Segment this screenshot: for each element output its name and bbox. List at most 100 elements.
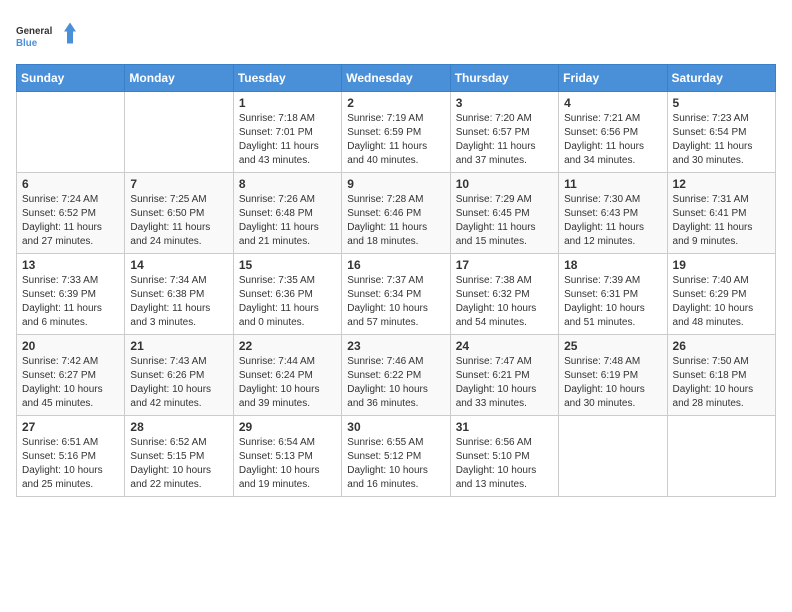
day-number: 5 [673, 96, 770, 110]
day-info: Sunrise: 7:28 AM Sunset: 6:46 PM Dayligh… [347, 193, 444, 249]
calendar-cell: 4Sunrise: 7:21 AM Sunset: 6:56 PM Daylig… [559, 92, 667, 173]
day-number: 6 [22, 177, 119, 191]
day-number: 19 [673, 258, 770, 272]
day-number: 7 [130, 177, 227, 191]
day-number: 8 [239, 177, 336, 191]
day-header-tuesday: Tuesday [233, 65, 341, 92]
calendar-week-1: 1 Sunrise: 7:18 AM Sunset: 7:01 PM Daylig… [17, 92, 776, 173]
day-info: Sunrise: 7:30 AM Sunset: 6:43 PM Dayligh… [564, 193, 661, 249]
day-number: 11 [564, 177, 661, 191]
day-info: Sunrise: 7:24 AM Sunset: 6:52 PM Dayligh… [22, 193, 119, 249]
calendar-cell: 12 Sunrise: 7:31 AM Sunset: 6:41 PM Dayli… [667, 173, 775, 254]
day-info: Sunrise: 7:29 AM Sunset: 6:45 PM Dayligh… [456, 193, 553, 249]
day-number: 23 [347, 339, 444, 353]
calendar-table: SundayMondayTuesdayWednesdayThursdayFrid… [16, 64, 776, 497]
day-number: 16 [347, 258, 444, 272]
calendar-cell: 30 Sunrise: 6:55 AM Sunset: 5:12 PM Dayli… [342, 416, 450, 497]
day-number: 24 [456, 339, 553, 353]
calendar-cell: 8 Sunrise: 7:26 AM Sunset: 6:48 PM Daylig… [233, 173, 341, 254]
calendar-cell: 9 Sunrise: 7:28 AM Sunset: 6:46 PM Daylig… [342, 173, 450, 254]
calendar-cell: 23 Sunrise: 7:46 AM Sunset: 6:22 PM Dayli… [342, 335, 450, 416]
calendar-cell [17, 92, 125, 173]
calendar-cell: 15 Sunrise: 7:35 AM Sunset: 6:36 PM Dayli… [233, 254, 341, 335]
calendar-week-5: 27Sunrise: 6:51 AM Sunset: 5:16 PM Dayli… [17, 416, 776, 497]
calendar-cell: 5 Sunrise: 7:23 AM Sunset: 6:54 PM Daylig… [667, 92, 775, 173]
day-header-sunday: Sunday [17, 65, 125, 92]
calendar-header-row: SundayMondayTuesdayWednesdayThursdayFrid… [17, 65, 776, 92]
calendar-cell: 21Sunrise: 7:43 AM Sunset: 6:26 PM Dayli… [125, 335, 233, 416]
day-header-saturday: Saturday [667, 65, 775, 92]
day-header-thursday: Thursday [450, 65, 558, 92]
calendar-cell: 28Sunrise: 6:52 AM Sunset: 5:15 PM Dayli… [125, 416, 233, 497]
day-info: Sunrise: 7:34 AM Sunset: 6:38 PM Dayligh… [130, 274, 227, 330]
calendar-cell [667, 416, 775, 497]
day-number: 29 [239, 420, 336, 434]
day-info: Sunrise: 7:20 AM Sunset: 6:57 PM Dayligh… [456, 112, 553, 168]
day-info: Sunrise: 7:42 AM Sunset: 6:27 PM Dayligh… [22, 355, 119, 411]
day-number: 22 [239, 339, 336, 353]
calendar-cell: 26Sunrise: 7:50 AM Sunset: 6:18 PM Dayli… [667, 335, 775, 416]
day-number: 14 [130, 258, 227, 272]
day-info: Sunrise: 7:48 AM Sunset: 6:19 PM Dayligh… [564, 355, 661, 411]
day-info: Sunrise: 7:26 AM Sunset: 6:48 PM Dayligh… [239, 193, 336, 249]
day-info: Sunrise: 7:18 AM Sunset: 7:01 PM Dayligh… [239, 112, 336, 168]
calendar-cell: 11 Sunrise: 7:30 AM Sunset: 6:43 PM Dayli… [559, 173, 667, 254]
calendar-cell [125, 92, 233, 173]
day-info: Sunrise: 6:52 AM Sunset: 5:15 PM Dayligh… [130, 436, 227, 492]
calendar-cell: 14 Sunrise: 7:34 AM Sunset: 6:38 PM Dayli… [125, 254, 233, 335]
calendar-cell: 16 Sunrise: 7:37 AM Sunset: 6:34 PM Dayli… [342, 254, 450, 335]
day-number: 31 [456, 420, 553, 434]
day-info: Sunrise: 7:40 AM Sunset: 6:29 PM Dayligh… [673, 274, 770, 330]
day-info: Sunrise: 7:39 AM Sunset: 6:31 PM Dayligh… [564, 274, 661, 330]
day-info: Sunrise: 7:44 AM Sunset: 6:24 PM Dayligh… [239, 355, 336, 411]
day-number: 3 [456, 96, 553, 110]
day-info: Sunrise: 7:46 AM Sunset: 6:22 PM Dayligh… [347, 355, 444, 411]
calendar-body: 1 Sunrise: 7:18 AM Sunset: 7:01 PM Daylig… [17, 92, 776, 497]
day-number: 2 [347, 96, 444, 110]
calendar-cell: 19 Sunrise: 7:40 AM Sunset: 6:29 PM Dayli… [667, 254, 775, 335]
calendar-cell: 3 Sunrise: 7:20 AM Sunset: 6:57 PM Daylig… [450, 92, 558, 173]
header: General Blue [16, 16, 776, 56]
day-number: 20 [22, 339, 119, 353]
day-number: 1 [239, 96, 336, 110]
day-info: Sunrise: 7:50 AM Sunset: 6:18 PM Dayligh… [673, 355, 770, 411]
day-info: Sunrise: 7:35 AM Sunset: 6:36 PM Dayligh… [239, 274, 336, 330]
day-info: Sunrise: 7:23 AM Sunset: 6:54 PM Dayligh… [673, 112, 770, 168]
calendar-cell: 24 Sunrise: 7:47 AM Sunset: 6:21 PM Dayli… [450, 335, 558, 416]
day-header-wednesday: Wednesday [342, 65, 450, 92]
calendar-cell: 17 Sunrise: 7:38 AM Sunset: 6:32 PM Dayli… [450, 254, 558, 335]
day-info: Sunrise: 7:47 AM Sunset: 6:21 PM Dayligh… [456, 355, 553, 411]
day-number: 27 [22, 420, 119, 434]
day-number: 15 [239, 258, 336, 272]
day-info: Sunrise: 6:54 AM Sunset: 5:13 PM Dayligh… [239, 436, 336, 492]
day-info: Sunrise: 7:25 AM Sunset: 6:50 PM Dayligh… [130, 193, 227, 249]
day-header-friday: Friday [559, 65, 667, 92]
day-info: Sunrise: 7:33 AM Sunset: 6:39 PM Dayligh… [22, 274, 119, 330]
calendar-cell: 29 Sunrise: 6:54 AM Sunset: 5:13 PM Dayli… [233, 416, 341, 497]
calendar-cell: 22 Sunrise: 7:44 AM Sunset: 6:24 PM Dayli… [233, 335, 341, 416]
day-info: Sunrise: 6:56 AM Sunset: 5:10 PM Dayligh… [456, 436, 553, 492]
calendar-cell: 1 Sunrise: 7:18 AM Sunset: 7:01 PM Daylig… [233, 92, 341, 173]
calendar-cell: 6 Sunrise: 7:24 AM Sunset: 6:52 PM Daylig… [17, 173, 125, 254]
day-info: Sunrise: 7:31 AM Sunset: 6:41 PM Dayligh… [673, 193, 770, 249]
logo: General Blue [16, 16, 76, 56]
calendar-cell: 10 Sunrise: 7:29 AM Sunset: 6:45 PM Dayli… [450, 173, 558, 254]
day-number: 4 [564, 96, 661, 110]
day-info: Sunrise: 6:55 AM Sunset: 5:12 PM Dayligh… [347, 436, 444, 492]
svg-text:General: General [16, 26, 53, 37]
calendar-cell: 20 Sunrise: 7:42 AM Sunset: 6:27 PM Dayli… [17, 335, 125, 416]
day-info: Sunrise: 7:38 AM Sunset: 6:32 PM Dayligh… [456, 274, 553, 330]
day-number: 9 [347, 177, 444, 191]
calendar-cell: 18 Sunrise: 7:39 AM Sunset: 6:31 PM Dayli… [559, 254, 667, 335]
day-number: 25 [564, 339, 661, 353]
calendar-cell: 31 Sunrise: 6:56 AM Sunset: 5:10 PM Dayli… [450, 416, 558, 497]
day-number: 10 [456, 177, 553, 191]
day-number: 12 [673, 177, 770, 191]
day-number: 18 [564, 258, 661, 272]
svg-text:Blue: Blue [16, 38, 38, 49]
calendar-cell: 25 Sunrise: 7:48 AM Sunset: 6:19 PM Dayli… [559, 335, 667, 416]
day-number: 17 [456, 258, 553, 272]
day-info: Sunrise: 7:37 AM Sunset: 6:34 PM Dayligh… [347, 274, 444, 330]
calendar-cell: 13Sunrise: 7:33 AM Sunset: 6:39 PM Dayli… [17, 254, 125, 335]
day-number: 30 [347, 420, 444, 434]
